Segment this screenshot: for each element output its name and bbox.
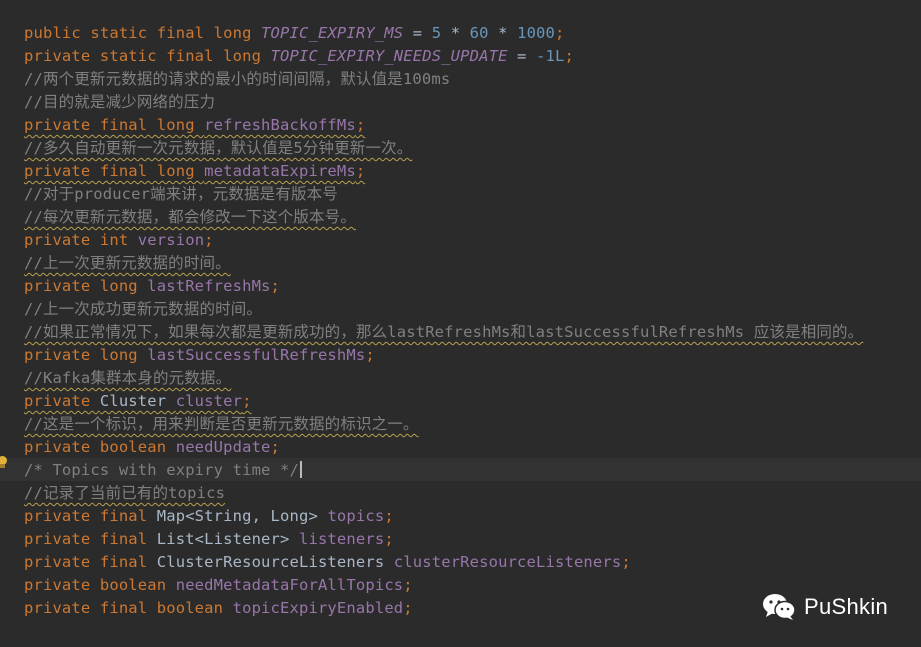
code-token: ; — [384, 507, 394, 525]
code-token: private static final long — [24, 47, 271, 65]
code-line[interactable]: //上一次更新元数据的时间。 — [24, 252, 231, 275]
code-token: private final — [24, 530, 157, 548]
code-token: //目的就是减少网络的压力 — [24, 93, 216, 111]
code-token: listeners — [298, 530, 385, 548]
code-line[interactable]: public static final long TOPIC_EXPIRY_MS… — [24, 22, 565, 45]
code-line[interactable]: //记录了当前已有的topics — [24, 482, 225, 505]
code-token: ClusterResourceListeners — [156, 553, 394, 571]
code-token: private final long — [24, 162, 205, 180]
code-line[interactable]: //这是一个标识，用来判断是否更新元数据的标识之一。 — [24, 413, 419, 436]
code-token: ; — [621, 553, 631, 571]
code-token: ; — [384, 530, 394, 548]
code-token: private long — [24, 277, 148, 295]
code-token: private boolean — [24, 438, 176, 456]
code-token: metadataExpireMs — [204, 162, 356, 180]
code-line[interactable]: //多久自动更新一次元数据，默认值是5分钟更新一次。 — [24, 137, 412, 160]
code-token: ; — [403, 599, 413, 617]
code-token: private final — [24, 507, 157, 525]
code-token: List<Listener> — [156, 530, 299, 548]
code-token: public static final long — [24, 24, 262, 42]
code-line[interactable]: private final long metadataExpireMs; — [24, 160, 365, 183]
code-line[interactable]: private long lastSuccessfulRefreshMs; — [24, 344, 375, 367]
code-token: lastRefreshMs — [147, 277, 271, 295]
code-token: ; — [204, 231, 214, 249]
code-token: ; — [242, 392, 252, 410]
code-line[interactable]: private final long refreshBackoffMs; — [24, 114, 365, 137]
code-token: = — [403, 24, 432, 42]
code-line[interactable]: private int version; — [24, 229, 214, 252]
code-token: = — [507, 47, 537, 65]
code-line[interactable]: //如果正常情况下，如果每次都是更新成功的，那么lastRefreshMs和la… — [24, 321, 863, 344]
wechat-icon — [763, 594, 796, 620]
code-token: * — [441, 24, 470, 42]
code-token: -1L — [536, 47, 565, 65]
code-line[interactable]: private static final long TOPIC_EXPIRY_N… — [24, 45, 574, 68]
code-token: clusterResourceListeners — [393, 553, 622, 571]
code-line[interactable]: //两个更新元数据的请求的最小的时间间隔，默认值是100ms — [24, 68, 450, 91]
code-line[interactable]: private boolean needUpdate; — [24, 436, 280, 459]
code-token: 1000 — [517, 24, 556, 42]
code-token: private — [24, 392, 100, 410]
code-line[interactable]: //每次更新元数据，都会修改一下这个版本号。 — [24, 206, 356, 229]
code-token: refreshBackoffMs — [204, 116, 356, 134]
code-token: //上一次更新元数据的时间。 — [24, 254, 231, 272]
code-token: //如果正常情况下，如果每次都是更新成功的，那么lastRefreshMs和la… — [24, 323, 864, 341]
code-token: //每次更新元数据，都会修改一下这个版本号。 — [24, 208, 356, 226]
code-token: ; — [355, 162, 366, 180]
code-token: ; — [403, 576, 413, 594]
code-token: ; — [355, 116, 366, 134]
code-line[interactable]: private Cluster cluster; — [24, 390, 252, 413]
code-token: Cluster — [99, 392, 176, 410]
code-token: //记录了当前已有的topics — [24, 484, 226, 502]
code-line[interactable]: //Kafka集群本身的元数据。 — [24, 367, 231, 390]
code-token: //多久自动更新一次元数据，默认值是5分钟更新一次。 — [24, 139, 413, 157]
code-line[interactable]: private long lastRefreshMs; — [24, 275, 280, 298]
code-token: topics — [327, 507, 385, 525]
code-token: TOPIC_EXPIRY_NEEDS_UPDATE — [270, 47, 508, 65]
code-token: private final long — [24, 116, 205, 134]
watermark-text: PuShkin — [804, 594, 889, 619]
code-token: private final boolean — [24, 599, 233, 617]
code-token: private long — [24, 346, 148, 364]
code-line[interactable]: //上一次成功更新元数据的时间。 — [24, 298, 262, 321]
code-token: //Kafka集群本身的元数据。 — [24, 369, 232, 387]
code-token: //上一次成功更新元数据的时间。 — [24, 300, 263, 318]
watermark: PuShkin — [762, 591, 888, 623]
code-token: private final — [24, 553, 157, 571]
code-line[interactable]: private boolean needMetadataForAllTopics… — [24, 574, 413, 597]
code-token: ; — [270, 438, 281, 456]
code-token: needUpdate — [175, 438, 271, 456]
code-token: //两个更新元数据的请求的最小的时间间隔，默认值是100ms — [24, 70, 451, 88]
lightbulb-icon[interactable] — [0, 456, 8, 470]
code-token: needMetadataForAllTopics — [175, 576, 404, 594]
code-line[interactable]: /* Topics with expiry time */ — [24, 459, 302, 482]
code-token: version — [137, 231, 205, 249]
code-token: lastSuccessfulRefreshMs — [147, 346, 366, 364]
code-token: * — [488, 24, 518, 42]
code-line[interactable]: private final Map<String, Long> topics; — [24, 505, 394, 528]
text-caret — [299, 461, 302, 478]
code-token: /* Topics with expiry time */ — [24, 461, 299, 479]
code-token: private boolean — [24, 576, 176, 594]
code-token: 5 — [431, 24, 442, 42]
code-line[interactable]: //对于producer端来讲，元数据是有版本号 — [24, 183, 338, 206]
code-token: Map<String, Long> — [156, 507, 328, 525]
code-token: ; — [270, 277, 281, 295]
code-token: ; — [564, 47, 574, 65]
code-line[interactable]: private final ClusterResourceListeners c… — [24, 551, 631, 574]
code-token: ; — [365, 346, 375, 364]
code-token: //这是一个标识，用来判断是否更新元数据的标识之一。 — [24, 415, 419, 433]
code-token: TOPIC_EXPIRY_MS — [261, 24, 404, 42]
code-token: topicExpiryEnabled — [232, 599, 404, 617]
code-token: private int — [24, 231, 138, 249]
code-line[interactable]: private final boolean topicExpiryEnabled… — [24, 597, 413, 620]
code-token: 60 — [469, 24, 489, 42]
code-token: ; — [555, 24, 565, 42]
code-line[interactable]: //目的就是减少网络的压力 — [24, 91, 215, 114]
code-token: cluster — [175, 392, 243, 410]
code-token: //对于producer端来讲，元数据是有版本号 — [24, 185, 338, 203]
code-line[interactable]: private final List<Listener> listeners; — [24, 528, 394, 551]
code-editor[interactable]: public static final long TOPIC_EXPIRY_MS… — [0, 0, 921, 647]
